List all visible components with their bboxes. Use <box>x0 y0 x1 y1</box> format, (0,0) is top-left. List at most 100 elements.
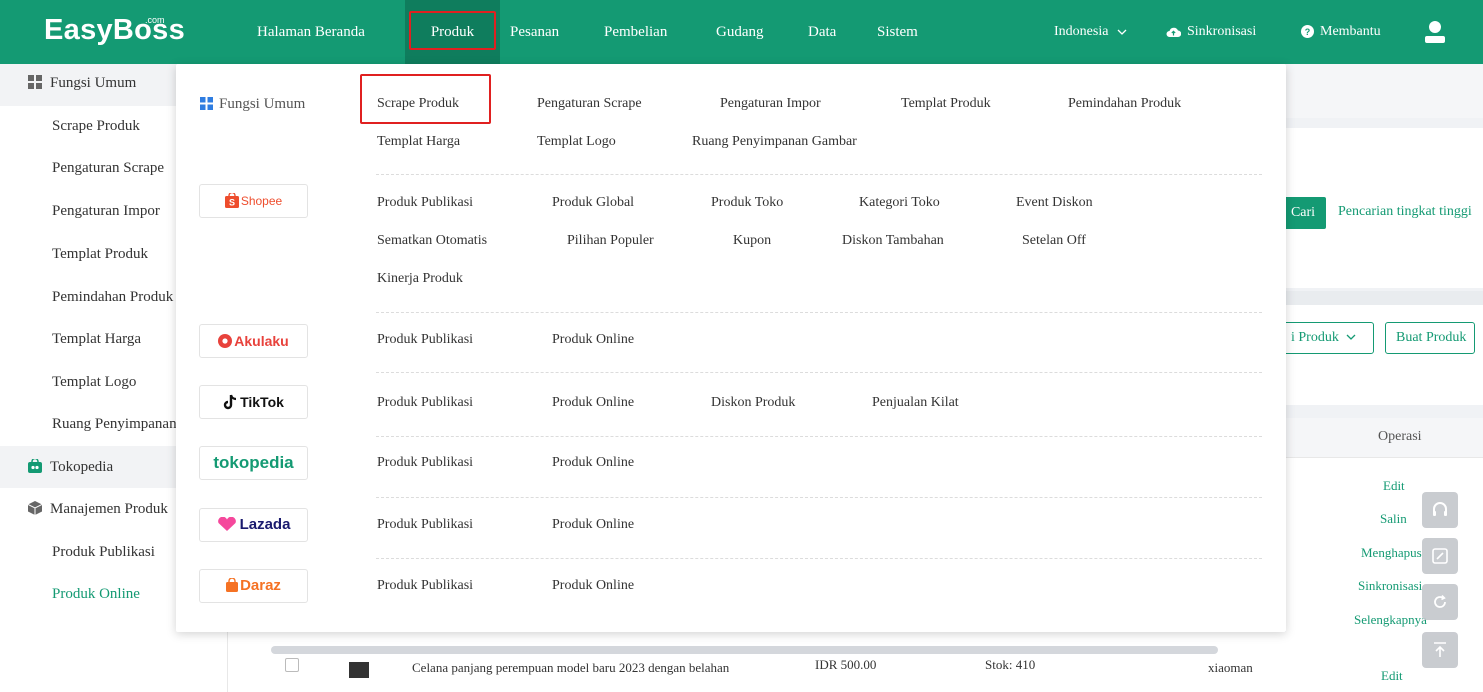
row-checkbox[interactable] <box>285 658 299 672</box>
cari-button[interactable]: Cari <box>1280 197 1326 229</box>
cube-icon <box>27 501 43 515</box>
headset-support-icon[interactable] <box>1422 492 1458 528</box>
menu-link-shopee-produk-global[interactable]: Produk Global <box>552 195 634 211</box>
product-title[interactable]: Celana panjang perempuan model baru 2023… <box>412 660 729 676</box>
sync-button[interactable]: Sinkronisasi <box>1166 0 1256 64</box>
nav-pesanan[interactable]: Pesanan <box>510 0 559 64</box>
shopee-logo-text: Shopee <box>240 194 283 208</box>
menu-link-templat-produk[interactable]: Templat Produk <box>901 96 991 112</box>
refresh-icon[interactable] <box>1422 584 1458 620</box>
nav-gudang[interactable]: Gudang <box>716 0 764 64</box>
scroll-to-top-icon[interactable] <box>1422 632 1458 668</box>
menu-link-pengaturan-impor[interactable]: Pengaturan Impor <box>720 96 821 112</box>
sidebar-item-templat-logo[interactable]: Templat Logo <box>52 374 136 391</box>
grid-icon <box>28 75 42 89</box>
edit-action-link[interactable]: Edit <box>1383 478 1405 494</box>
menghapus-action-link[interactable]: Menghapus <box>1361 545 1422 561</box>
menu-link-tokopedia-produk-publikasi[interactable]: Produk Publikasi <box>377 455 473 471</box>
sidebar-group-label: Manajemen Produk <box>50 501 168 517</box>
sidebar-group-fungsi-umum[interactable]: Fungsi Umum <box>28 75 136 92</box>
menu-link-lazada-produk-publikasi[interactable]: Produk Publikasi <box>377 517 473 533</box>
region-selector[interactable]: Indonesia <box>1054 0 1127 64</box>
menu-link-tiktok-penjualan-kilat[interactable]: Penjualan Kilat <box>872 395 959 411</box>
tiktok-logo: TikTok <box>199 385 308 419</box>
selengkapnya-action-link[interactable]: Selengkapnya <box>1354 612 1427 628</box>
menu-link-daraz-produk-online[interactable]: Produk Online <box>552 578 634 594</box>
menu-link-shopee-diskon-tambahan[interactable]: Diskon Tambahan <box>842 233 944 249</box>
edit-note-icon[interactable] <box>1422 538 1458 574</box>
advanced-search-link[interactable]: Pencarian tingkat tinggi <box>1338 204 1472 220</box>
produk-action-dropdown[interactable]: i Produk <box>1282 322 1374 354</box>
menu-divider <box>376 372 1262 373</box>
sync-label: Sinkronisasi <box>1187 24 1257 39</box>
sidebar-item-scrape-produk[interactable]: Scrape Produk <box>52 118 140 135</box>
menu-link-shopee-pilihan-populer[interactable]: Pilihan Populer <box>567 233 654 249</box>
menu-link-tiktok-diskon-produk[interactable]: Diskon Produk <box>711 395 795 411</box>
help-button[interactable]: ? Membantu <box>1301 0 1381 64</box>
menu-link-shopee-setelan-off[interactable]: Setelan Off <box>1022 233 1086 249</box>
sidebar-item-produk-online[interactable]: Produk Online <box>52 586 140 603</box>
menu-divider <box>376 436 1262 437</box>
chevron-down-icon <box>1346 334 1356 340</box>
menu-link-shopee-kupon[interactable]: Kupon <box>733 233 771 249</box>
tiktok-logo-text: TikTok <box>240 394 284 410</box>
sidebar-group-label: Fungsi Umum <box>50 75 137 91</box>
logo-suffix: .com <box>145 15 165 25</box>
menu-link-lazada-produk-online[interactable]: Produk Online <box>552 517 634 533</box>
user-avatar-icon[interactable] <box>1424 20 1446 44</box>
akulaku-logo: Akulaku <box>199 324 308 358</box>
buat-produk-button[interactable]: Buat Produk <box>1385 322 1475 354</box>
menu-link-templat-logo[interactable]: Templat Logo <box>537 134 616 150</box>
menu-link-shopee-kategori-toko[interactable]: Kategori Toko <box>859 195 940 211</box>
sinkronisasi-action-link[interactable]: Sinkronisasi <box>1358 578 1422 594</box>
sidebar-item-pemindahan-produk[interactable]: Pemindahan Produk <box>52 289 173 306</box>
sidebar-item-templat-produk[interactable]: Templat Produk <box>52 246 148 263</box>
menu-link-pengaturan-scrape[interactable]: Pengaturan Scrape <box>537 96 642 112</box>
operasi-column-header: Operasi <box>1378 429 1422 444</box>
daraz-logo-text: Daraz <box>240 577 281 594</box>
menu-link-tiktok-produk-publikasi[interactable]: Produk Publikasi <box>377 395 473 411</box>
tokopedia-bag-icon <box>28 457 42 473</box>
sidebar-item-ruang-penyimpanan[interactable]: Ruang Penyimpanan <box>52 416 177 433</box>
menu-link-pemindahan-produk[interactable]: Pemindahan Produk <box>1068 96 1181 112</box>
product-store: xiaoman <box>1208 660 1253 675</box>
menu-link-templat-harga[interactable]: Templat Harga <box>377 134 460 150</box>
sidebar-item-templat-harga[interactable]: Templat Harga <box>52 331 141 348</box>
menu-link-tokopedia-produk-online[interactable]: Produk Online <box>552 455 634 471</box>
cloud-upload-icon <box>1166 27 1182 37</box>
region-label: Indonesia <box>1054 24 1109 39</box>
nav-data[interactable]: Data <box>808 0 836 64</box>
svg-text:?: ? <box>1305 27 1311 37</box>
menu-link-daraz-produk-publikasi[interactable]: Produk Publikasi <box>377 578 473 594</box>
menu-link-akulaku-produk-publikasi[interactable]: Produk Publikasi <box>377 332 473 348</box>
sidebar-group-tokopedia[interactable]: Tokopedia <box>28 457 114 476</box>
daraz-logo: Daraz <box>199 569 308 603</box>
produk-highlight-box <box>409 11 496 50</box>
menu-link-shopee-produk-toko[interactable]: Produk Toko <box>711 195 783 211</box>
nav-sistem[interactable]: Sistem <box>877 0 918 64</box>
nav-halaman-beranda[interactable]: Halaman Beranda <box>257 0 365 64</box>
menu-link-tiktok-produk-online[interactable]: Produk Online <box>552 395 634 411</box>
menu-link-shopee-sematkan-otomatis[interactable]: Sematkan Otomatis <box>377 233 487 249</box>
akulaku-logo-icon <box>218 334 233 348</box>
product-thumbnail[interactable] <box>349 662 369 678</box>
horizontal-scrollbar[interactable] <box>271 646 1218 654</box>
sidebar-item-pengaturan-scrape[interactable]: Pengaturan Scrape <box>52 160 164 177</box>
menu-link-shopee-produk-publikasi[interactable]: Produk Publikasi <box>377 195 473 211</box>
svg-text:S: S <box>229 198 235 208</box>
menu-link-ruang-penyimpanan-gambar[interactable]: Ruang Penyimpanan Gambar <box>692 134 857 150</box>
menu-link-shopee-kinerja-produk[interactable]: Kinerja Produk <box>377 271 463 287</box>
sidebar-group-manajemen-produk[interactable]: Manajemen Produk <box>27 501 168 518</box>
toolbar-panel <box>1286 305 1483 405</box>
nav-pembelian[interactable]: Pembelian <box>604 0 667 64</box>
sidebar-item-produk-publikasi[interactable]: Produk Publikasi <box>52 544 155 561</box>
menu-link-akulaku-produk-online[interactable]: Produk Online <box>552 332 634 348</box>
menu-divider <box>376 558 1262 559</box>
row-edit-action-link[interactable]: Edit <box>1381 668 1403 684</box>
menu-link-shopee-event-diskon[interactable]: Event Diskon <box>1016 195 1093 211</box>
section-divider <box>1286 291 1483 305</box>
lazada-heart-icon <box>217 516 236 531</box>
salin-action-link[interactable]: Salin <box>1380 511 1407 527</box>
sidebar-item-pengaturan-impor[interactable]: Pengaturan Impor <box>52 203 160 220</box>
sidebar-group-label: Tokopedia <box>50 459 114 475</box>
